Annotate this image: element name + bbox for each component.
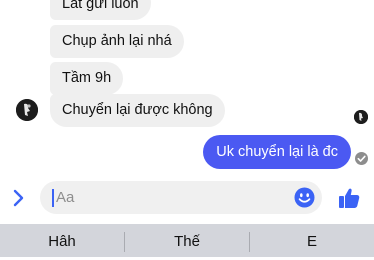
- check-icon: [357, 155, 366, 162]
- keyboard-suggestion[interactable]: E: [250, 224, 374, 257]
- text-caret: [52, 189, 54, 207]
- thumbs-up-icon[interactable]: [337, 186, 361, 210]
- smiley-icon[interactable]: [294, 187, 315, 208]
- received-message[interactable]: Chuyển lại được không: [50, 94, 225, 127]
- received-message[interactable]: Tầm 9h: [50, 62, 124, 95]
- sent-check-icon: [355, 152, 368, 165]
- message-composer: [0, 174, 374, 224]
- avatar-image: [16, 99, 38, 121]
- message-thread: Lát gửi luôn Chụp ảnh lại nhá Tầm 9h Chu…: [0, 0, 374, 174]
- keyboard-suggestion-bar: Hâh Thế E: [0, 224, 374, 257]
- contact-avatar[interactable]: [16, 99, 38, 121]
- message-input-container[interactable]: [40, 181, 322, 214]
- sent-message[interactable]: Uk chuyển lại là đc: [203, 135, 351, 169]
- chevron-right-icon[interactable]: [11, 188, 27, 208]
- seen-avatar-image: [354, 110, 368, 124]
- keyboard-suggestion[interactable]: Thế: [125, 224, 249, 257]
- message-input[interactable]: [56, 182, 286, 213]
- received-message[interactable]: Lát gửi luôn: [50, 0, 151, 20]
- seen-indicator-avatar: [354, 110, 368, 124]
- keyboard-suggestion[interactable]: Hâh: [0, 224, 124, 257]
- received-message[interactable]: Chụp ảnh lại nhá: [50, 25, 184, 58]
